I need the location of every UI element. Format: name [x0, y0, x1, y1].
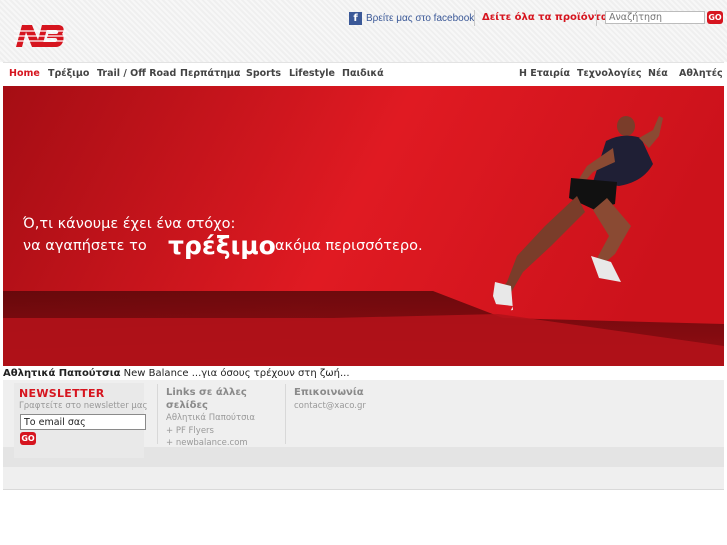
- nav-trail[interactable]: Trail / Off Road: [97, 68, 176, 79]
- main-nav: Home Τρέξιμο Trail / Off Road Περπάτημα …: [3, 62, 724, 86]
- hero-line2-big: τρέξιμο: [168, 231, 276, 260]
- nav-news[interactable]: Νέα: [648, 68, 668, 79]
- search-input[interactable]: [605, 11, 705, 24]
- newsletter-subtitle: Γραφτείτε στο newsletter μας: [19, 401, 148, 411]
- links-title: Links σε άλλες σελίδες: [166, 387, 247, 411]
- footer: NEWSLETTER Γραφτείτε στο newsletter μας …: [3, 380, 724, 490]
- tagline: Αθλητικά Παπούτσια New Balance ...για όσ…: [3, 368, 350, 379]
- hero-line2-post: ακόμα περισσότερο.: [275, 238, 423, 254]
- hero-line2-pre: να αγαπήσετε το: [23, 238, 147, 254]
- link-pf-flyers[interactable]: + PF Flyers: [166, 426, 214, 436]
- tagline-rest: New Balance ...για όσους τρέχουν στη ζωή…: [120, 368, 350, 379]
- nav-running[interactable]: Τρέξιμο: [48, 68, 89, 79]
- facebook-label: Βρείτε μας στο facebook: [366, 12, 475, 24]
- all-products-link[interactable]: Δείτε όλα τα προϊόντα: [482, 12, 608, 23]
- header-background: [0, 0, 727, 62]
- header-divider: [474, 10, 475, 26]
- nav-company[interactable]: Η Εταιρία: [519, 68, 570, 79]
- tagline-bold: Αθλητικά Παπούτσια: [3, 368, 121, 379]
- link-newbalance-com[interactable]: + newbalance.com: [166, 438, 248, 448]
- header-divider: [596, 10, 597, 26]
- nav-kids[interactable]: Παιδικά: [342, 68, 384, 79]
- nav-home[interactable]: Home: [9, 68, 40, 79]
- footer-divider: [285, 384, 286, 444]
- new-balance-logo[interactable]: [14, 22, 66, 50]
- nav-sports[interactable]: Sports: [246, 68, 281, 79]
- link-athletic-shoes[interactable]: Αθλητικά Παπούτσια: [166, 413, 255, 423]
- footer-divider: [157, 384, 158, 444]
- nav-walking[interactable]: Περπάτημα: [180, 68, 240, 79]
- search-go-button[interactable]: GO: [707, 11, 723, 24]
- hero-line1: Ό,τι κάνουμε έχει ένα στόχο:: [22, 216, 235, 232]
- newsletter-email-field[interactable]: [20, 414, 146, 430]
- contact-email-link[interactable]: contact@xaco.gr: [294, 401, 366, 411]
- facebook-link[interactable]: f Βρείτε μας στο facebook: [349, 11, 474, 25]
- newsletter-go-button[interactable]: GO: [20, 432, 36, 445]
- hero-banner[interactable]: Ό,τι κάνουμε έχει ένα στόχο: να αγαπήσετ…: [3, 86, 724, 366]
- nav-athletes[interactable]: Αθλητές: [679, 68, 723, 79]
- contact-title: Επικοινωνία: [294, 387, 364, 398]
- newsletter-title: NEWSLETTER: [19, 387, 105, 400]
- footer-bottom-line: [3, 489, 724, 490]
- nav-technologies[interactable]: Τεχνολογίες: [577, 68, 642, 79]
- facebook-icon: f: [349, 11, 362, 25]
- nav-lifestyle[interactable]: Lifestyle: [289, 68, 335, 79]
